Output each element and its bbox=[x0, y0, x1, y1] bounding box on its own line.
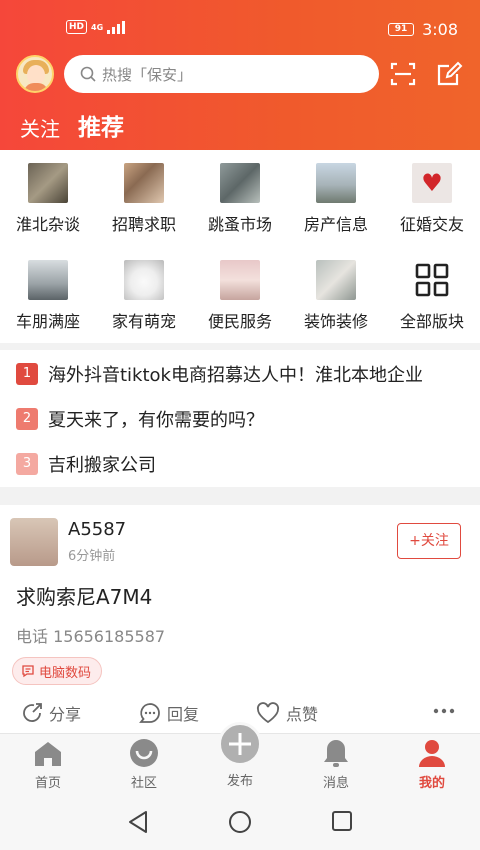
hot-item-3[interactable]: 3 吉利搬家公司 bbox=[16, 451, 156, 477]
staff-photo-icon bbox=[220, 260, 260, 300]
hot-item-text: 海外抖音tiktok电商招募达人中！淮北本地企业 bbox=[48, 365, 423, 386]
post-time: 6分钟前 bbox=[68, 549, 116, 564]
community-icon bbox=[130, 739, 158, 767]
plus-icon bbox=[229, 733, 251, 755]
category-jobs[interactable]: 招聘求职 bbox=[96, 163, 192, 235]
user-avatar[interactable] bbox=[16, 55, 54, 93]
heart-icon bbox=[256, 702, 280, 724]
more-icon bbox=[433, 708, 455, 714]
publish-button[interactable] bbox=[218, 722, 262, 766]
rank-badge: 3 bbox=[16, 453, 38, 475]
comment-icon bbox=[139, 703, 160, 723]
home-icon bbox=[35, 742, 61, 766]
category-flea-market[interactable]: 跳蚤市场 bbox=[192, 163, 288, 235]
grid-icon bbox=[415, 263, 449, 297]
app-header: HD 4G 91 3:08 热搜「保安」 关注 推荐 bbox=[0, 0, 480, 156]
search-bar[interactable]: 热搜「保安」 bbox=[64, 55, 379, 93]
dog-photo-icon bbox=[124, 260, 164, 300]
signal-icon bbox=[107, 20, 126, 34]
home-nav-icon[interactable] bbox=[228, 810, 252, 834]
poster-avatar[interactable] bbox=[10, 518, 58, 566]
heart-photo-icon: ♥ bbox=[412, 163, 452, 203]
post-title[interactable]: 求购索尼A7M4 bbox=[16, 581, 152, 610]
back-icon[interactable] bbox=[126, 809, 150, 835]
publish-label: 发布 bbox=[226, 774, 253, 789]
status-bar: HD 4G 91 3:08 bbox=[0, 16, 480, 44]
clock: 3:08 bbox=[422, 20, 458, 39]
network-type: 4G bbox=[91, 22, 104, 32]
category-decoration[interactable]: 装饰装修 bbox=[288, 260, 384, 332]
category-dating[interactable]: ♥ 征婚交友 bbox=[384, 163, 480, 235]
interior-photo-icon bbox=[316, 260, 356, 300]
battery-icon: 91 bbox=[388, 23, 415, 36]
share-button[interactable]: 分享 bbox=[20, 701, 81, 725]
rank-badge: 2 bbox=[16, 408, 38, 430]
buildings-photo-icon bbox=[316, 163, 356, 203]
reply-button[interactable]: 回复 bbox=[138, 701, 199, 725]
tab-follow[interactable]: 关注 bbox=[20, 113, 60, 142]
more-button[interactable] bbox=[432, 707, 456, 715]
tab-mine[interactable]: 我的 bbox=[384, 740, 480, 791]
category-cars[interactable]: 车朋满座 bbox=[0, 260, 96, 332]
feed-tabs: 关注 推荐 bbox=[20, 108, 124, 156]
category-all[interactable]: 全部版块 bbox=[384, 260, 480, 332]
hot-item-text: 吉利搬家公司 bbox=[48, 455, 156, 476]
tab-community[interactable]: 社区 bbox=[96, 739, 192, 791]
post-card[interactable]: A5587 6分钟前 +关注 求购索尼A7M4 电话 15656185587 电… bbox=[0, 505, 480, 740]
category-services[interactable]: 便民服务 bbox=[192, 260, 288, 332]
car-photo-icon bbox=[28, 260, 68, 300]
hot-item-text: 夏天来了，有你需要的吗？ bbox=[48, 410, 264, 431]
street-photo-icon bbox=[28, 163, 68, 203]
crowd-photo-icon bbox=[124, 163, 164, 203]
search-icon bbox=[80, 66, 96, 82]
bell-icon bbox=[324, 740, 348, 767]
search-placeholder: 热搜「保安」 bbox=[102, 65, 193, 84]
rank-badge: 1 bbox=[16, 363, 38, 385]
share-icon bbox=[23, 703, 42, 722]
recents-icon[interactable] bbox=[331, 810, 353, 832]
category-real-estate[interactable]: 房产信息 bbox=[288, 163, 384, 235]
user-icon bbox=[419, 740, 445, 767]
edit-icon[interactable] bbox=[435, 60, 463, 88]
tab-recommend[interactable]: 推荐 bbox=[78, 108, 124, 156]
hot-item-2[interactable]: 2 夏天来了，有你需要的吗？ bbox=[16, 406, 264, 432]
like-button[interactable]: 点赞 bbox=[255, 701, 318, 725]
post-tag-label: 电脑数码 bbox=[39, 665, 92, 681]
tag-icon bbox=[22, 665, 34, 678]
hot-topics-list: 1 海外抖音tiktok电商招募达人中！淮北本地企业 2 夏天来了，有你需要的吗… bbox=[0, 350, 480, 487]
post-phone: 电话 15656185587 bbox=[16, 627, 166, 646]
category-grid: 淮北杂谈 招聘求职 跳蚤市场 房产信息 ♥ 征婚交友 车朋满座 家有萌宠 便民服… bbox=[0, 150, 480, 343]
tab-messages[interactable]: 消息 bbox=[288, 740, 384, 791]
category-huaibei-talk[interactable]: 淮北杂谈 bbox=[0, 163, 96, 235]
poster-name[interactable]: A5587 bbox=[68, 519, 126, 540]
tab-home[interactable]: 首页 bbox=[0, 740, 96, 791]
follow-button[interactable]: +关注 bbox=[397, 523, 461, 559]
scan-icon[interactable] bbox=[389, 60, 417, 88]
hot-item-1[interactable]: 1 海外抖音tiktok电商招募达人中！淮北本地企业 bbox=[16, 361, 423, 387]
system-nav-bar bbox=[0, 793, 480, 850]
category-pets[interactable]: 家有萌宠 bbox=[96, 260, 192, 332]
market-photo-icon bbox=[220, 163, 260, 203]
hd-indicator: HD bbox=[66, 20, 88, 34]
post-tag[interactable]: 电脑数码 bbox=[12, 657, 103, 685]
